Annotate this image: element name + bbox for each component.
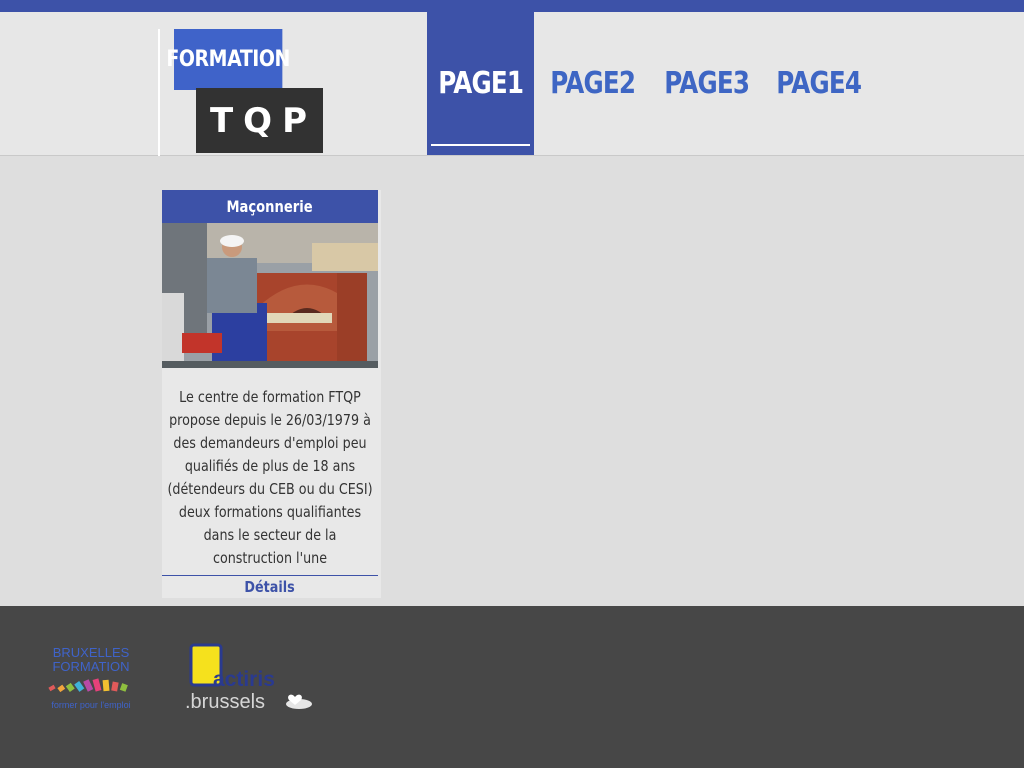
nav-page4-label: PAGE4 [776,66,863,101]
main-nav: PAGE1 PAGE2 PAGE3 PAGE4 [427,12,876,155]
card-title-label: Maçonnerie [226,197,314,216]
nav-page2[interactable]: PAGE2 [534,12,652,155]
nav-page1[interactable]: PAGE1 [427,12,534,155]
site-logo[interactable]: FORMATION TQP [158,29,358,156]
site-footer [0,606,1024,768]
details-link-label: Détails [244,578,296,596]
actiris-name: actiris [213,668,275,691]
cloud-heart-icon [286,694,312,709]
nav-page3[interactable]: PAGE3 [652,12,762,155]
header-divider [0,155,1024,156]
color-pencils-icon [48,678,128,693]
card-description: Le centre de formation FTQP propose depu… [162,368,378,568]
nav-page4[interactable]: PAGE4 [762,12,876,155]
bf-line1: BRUXELLES [53,645,130,660]
bf-tagline: former pour l'emploi [51,700,130,710]
training-card: Maçonnerie Le centre de formation FTQP p… [162,190,381,598]
nav-page2-label: PAGE2 [550,66,637,101]
actiris-logo[interactable]: actiris .brussels [185,642,315,712]
bf-line2: FORMATION [52,659,129,674]
actiris-domain: .brussels [185,691,265,712]
logo-tqp-block: TQP [196,88,323,153]
top-accent-bar [0,0,1024,12]
bruxelles-formation-logo[interactable]: BRUXELLES FORMATION former pour l'emploi [45,644,137,712]
details-link[interactable]: Détails [162,576,378,598]
card-description-text: Le centre de formation FTQP propose depu… [167,388,373,567]
nav-page3-label: PAGE3 [664,66,751,101]
logo-formation-block: FORMATION [166,29,290,90]
masonry-photo[interactable] [162,223,378,368]
nav-page1-label: PAGE1 [438,66,524,101]
card-title[interactable]: Maçonnerie [162,190,378,223]
